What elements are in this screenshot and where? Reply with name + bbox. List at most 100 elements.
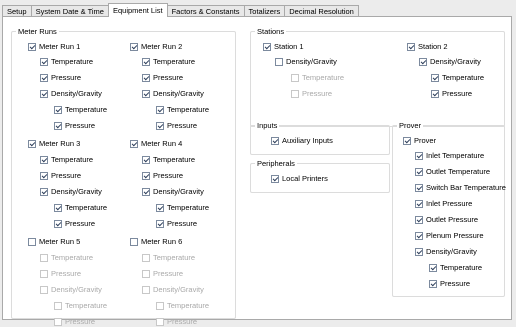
meter-run-5-density-temperature-checkbox[interactable]: Temperature xyxy=(54,300,107,311)
prover-checkbox[interactable]: Prover xyxy=(403,135,436,146)
checkbox-box[interactable] xyxy=(142,155,150,164)
checkbox-box[interactable] xyxy=(415,215,423,224)
checkbox-box[interactable] xyxy=(156,301,164,310)
checkbox-box[interactable] xyxy=(415,231,423,240)
meter-run-4-temperature-checkbox[interactable]: Temperature xyxy=(142,154,195,165)
checkbox-box[interactable] xyxy=(263,42,271,51)
checkbox-box[interactable] xyxy=(275,57,283,66)
plenum-pressure-checkbox[interactable]: Plenum Pressure xyxy=(415,230,484,241)
checkbox-box[interactable] xyxy=(28,237,36,246)
meter-run-2-density-pressure-checkbox[interactable]: Pressure xyxy=(156,120,197,131)
meter-run-1-density-temperature-checkbox[interactable]: Temperature xyxy=(54,104,107,115)
meter-run-4-pressure-checkbox[interactable]: Pressure xyxy=(142,170,183,181)
checkbox-box[interactable] xyxy=(40,285,48,294)
checkbox-box[interactable] xyxy=(407,42,415,51)
meter-run-6-density-checkbox[interactable]: Density/Gravity xyxy=(142,284,204,295)
checkbox-box[interactable] xyxy=(40,57,48,66)
meter-run-4-density-checkbox[interactable]: Density/Gravity xyxy=(142,186,204,197)
checkbox-box[interactable] xyxy=(54,301,62,310)
outlet-temperature-checkbox[interactable]: Outlet Temperature xyxy=(415,166,490,177)
station-1-density-checkbox[interactable]: Density/Gravity xyxy=(275,56,337,67)
meter-run-1-density-checkbox[interactable]: Density/Gravity xyxy=(40,88,102,99)
checkbox-box[interactable] xyxy=(142,171,150,180)
checkbox-box[interactable] xyxy=(415,151,423,160)
meter-run-2-temperature-checkbox[interactable]: Temperature xyxy=(142,56,195,67)
checkbox-box[interactable] xyxy=(415,167,423,176)
checkbox-box[interactable] xyxy=(142,57,150,66)
inlet-pressure-checkbox[interactable]: Inlet Pressure xyxy=(415,198,472,209)
checkbox-box[interactable] xyxy=(142,269,150,278)
checkbox-box[interactable] xyxy=(415,199,423,208)
checkbox-box[interactable] xyxy=(40,269,48,278)
checkbox-box[interactable] xyxy=(130,237,138,246)
checkbox-box[interactable] xyxy=(28,139,36,148)
checkbox-box[interactable] xyxy=(291,73,299,82)
checkbox-box[interactable] xyxy=(142,89,150,98)
station-1-density-temperature-checkbox[interactable]: Temperature xyxy=(291,72,344,83)
checkbox-box[interactable] xyxy=(142,187,150,196)
checkbox-box[interactable] xyxy=(429,279,437,288)
checkbox-box[interactable] xyxy=(142,285,150,294)
switch-bar-temperature-checkbox[interactable]: Switch Bar Temperature xyxy=(415,182,506,193)
meter-run-1-pressure-checkbox[interactable]: Pressure xyxy=(40,72,81,83)
checkbox-box[interactable] xyxy=(403,136,411,145)
station-2-density-pressure-checkbox[interactable]: Pressure xyxy=(431,88,472,99)
checkbox-box[interactable] xyxy=(419,57,427,66)
meter-run-2-pressure-checkbox[interactable]: Pressure xyxy=(142,72,183,83)
station-2-density-temperature-checkbox[interactable]: Temperature xyxy=(431,72,484,83)
checkbox-box[interactable] xyxy=(156,203,164,212)
tab-equipment-list[interactable]: Equipment List xyxy=(107,3,168,17)
checkbox-box[interactable] xyxy=(156,121,164,130)
meter-run-3-density-temperature-checkbox[interactable]: Temperature xyxy=(54,202,107,213)
meter-run-4-density-pressure-checkbox[interactable]: Pressure xyxy=(156,218,197,229)
checkbox-box[interactable] xyxy=(142,253,150,262)
outlet-pressure-checkbox[interactable]: Outlet Pressure xyxy=(415,214,478,225)
meter-run-3-density-pressure-checkbox[interactable]: Pressure xyxy=(54,218,95,229)
station-1-checkbox[interactable]: Station 1 xyxy=(263,41,304,52)
meter-run-3-checkbox[interactable]: Meter Run 3 xyxy=(28,138,80,149)
checkbox-box[interactable] xyxy=(431,89,439,98)
checkbox-box[interactable] xyxy=(156,105,164,114)
auxiliary-inputs-checkbox[interactable]: Auxiliary Inputs xyxy=(271,135,333,146)
meter-run-5-temperature-checkbox[interactable]: Temperature xyxy=(40,252,93,263)
meter-run-3-density-checkbox[interactable]: Density/Gravity xyxy=(40,186,102,197)
meter-run-4-density-temperature-checkbox[interactable]: Temperature xyxy=(156,202,209,213)
prover-density-checkbox[interactable]: Density/Gravity xyxy=(415,246,477,257)
meter-run-3-temperature-checkbox[interactable]: Temperature xyxy=(40,154,93,165)
meter-run-2-density-temperature-checkbox[interactable]: Temperature xyxy=(156,104,209,115)
meter-run-6-density-temperature-checkbox[interactable]: Temperature xyxy=(156,300,209,311)
checkbox-box[interactable] xyxy=(40,187,48,196)
station-1-density-pressure-checkbox[interactable]: Pressure xyxy=(291,88,332,99)
station-2-checkbox[interactable]: Station 2 xyxy=(407,41,448,52)
checkbox-box[interactable] xyxy=(130,42,138,51)
checkbox-box[interactable] xyxy=(431,73,439,82)
meter-run-6-checkbox[interactable]: Meter Run 6 xyxy=(130,236,182,247)
checkbox-box[interactable] xyxy=(40,89,48,98)
prover-density-pressure-checkbox[interactable]: Pressure xyxy=(429,278,470,289)
meter-run-5-checkbox[interactable]: Meter Run 5 xyxy=(28,236,80,247)
meter-run-2-checkbox[interactable]: Meter Run 2 xyxy=(130,41,182,52)
meter-run-1-checkbox[interactable]: Meter Run 1 xyxy=(28,41,80,52)
checkbox-box[interactable] xyxy=(291,89,299,98)
meter-run-2-density-checkbox[interactable]: Density/Gravity xyxy=(142,88,204,99)
meter-run-5-density-checkbox[interactable]: Density/Gravity xyxy=(40,284,102,295)
meter-run-6-temperature-checkbox[interactable]: Temperature xyxy=(142,252,195,263)
meter-run-4-checkbox[interactable]: Meter Run 4 xyxy=(130,138,182,149)
local-printers-checkbox[interactable]: Local Printers xyxy=(271,173,328,184)
checkbox-box[interactable] xyxy=(130,139,138,148)
meter-run-1-density-pressure-checkbox[interactable]: Pressure xyxy=(54,120,95,131)
inlet-temperature-checkbox[interactable]: Inlet Temperature xyxy=(415,150,484,161)
checkbox-box[interactable] xyxy=(156,219,164,228)
checkbox-box[interactable] xyxy=(54,121,62,130)
checkbox-box[interactable] xyxy=(54,105,62,114)
checkbox-box[interactable] xyxy=(28,42,36,51)
checkbox-box[interactable] xyxy=(54,203,62,212)
checkbox-box[interactable] xyxy=(429,263,437,272)
checkbox-box[interactable] xyxy=(142,73,150,82)
checkbox-box[interactable] xyxy=(54,219,62,228)
meter-run-5-pressure-checkbox[interactable]: Pressure xyxy=(40,268,81,279)
checkbox-box[interactable] xyxy=(40,171,48,180)
checkbox-box[interactable] xyxy=(271,136,279,145)
checkbox-box[interactable] xyxy=(40,73,48,82)
station-2-density-checkbox[interactable]: Density/Gravity xyxy=(419,56,481,67)
